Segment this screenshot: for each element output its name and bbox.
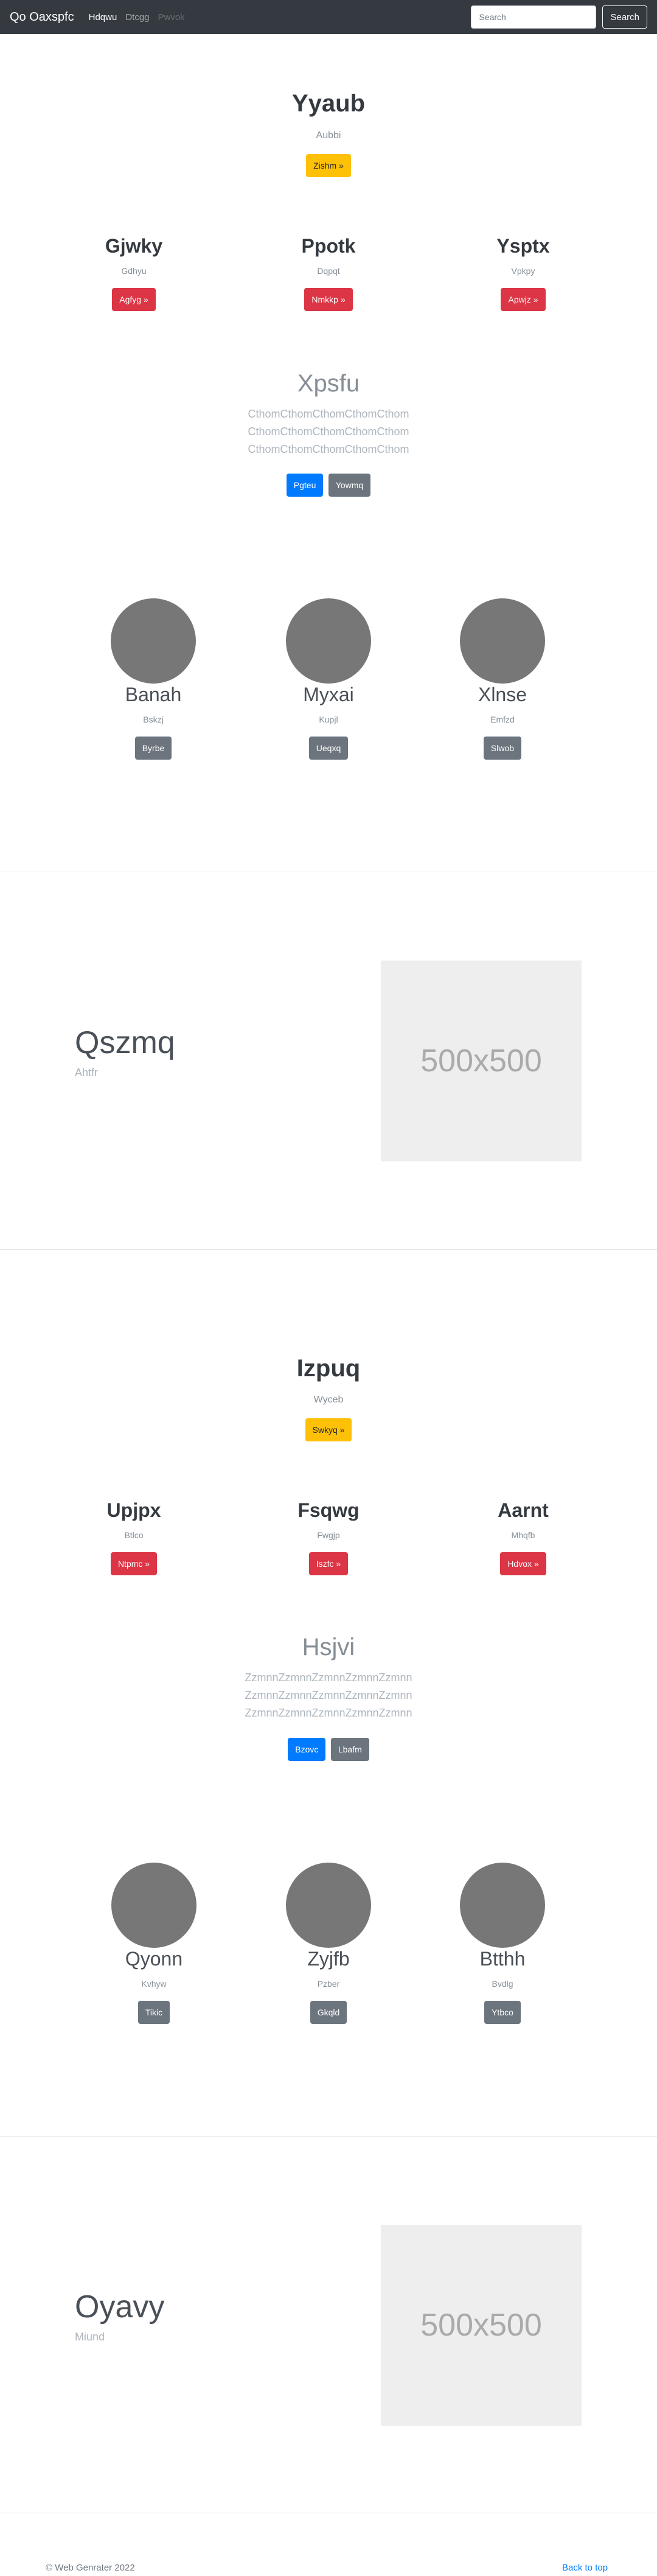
search-button[interactable]: Search — [602, 5, 647, 29]
feature-subtitle: Miund — [75, 2331, 105, 2343]
column-subtitle: Vpkpy — [511, 266, 535, 276]
nav-link-1[interactable]: Hdqwu — [89, 12, 117, 23]
column-subtitle: Mhqfb — [511, 1530, 535, 1540]
middle-text-line: ZzmnnZzmnnZzmnnZzmnnZzmnn — [245, 1707, 412, 1719]
column-subtitle: Fwgjp — [317, 1530, 340, 1540]
column-button[interactable]: Apwjz » — [501, 288, 546, 311]
avatar — [286, 1863, 371, 1948]
person-name: Btthh — [479, 1948, 526, 1970]
footer-copyright: © Web Genrater 2022 — [46, 2563, 135, 2573]
hero-button[interactable]: Zishm » — [306, 154, 351, 177]
nav-link-2[interactable]: Dtcgg — [125, 12, 149, 23]
person-button[interactable]: Slwob — [483, 737, 522, 760]
column-button[interactable]: Iszfc » — [308, 1552, 349, 1575]
person-subtitle: Kvhyw — [141, 1979, 167, 1989]
middle-text: ZzmnnZzmnnZzmnnZzmnnZzmnn ZzmnnZzmnnZzmn… — [146, 1669, 511, 1722]
person-button[interactable]: Ytbco — [484, 2001, 521, 2024]
column-title: Ppotk — [301, 235, 356, 257]
avatar — [460, 1863, 545, 1948]
placeholder-image: 500x500 — [381, 961, 582, 1161]
middle-text-line: CthomCthomCthomCthomCthom — [248, 443, 409, 455]
primary-button[interactable]: Pgteu — [286, 474, 324, 497]
middle-text: CthomCthomCthomCthomCthom CthomCthomCtho… — [146, 405, 511, 458]
person-button[interactable]: Ueqxq — [308, 737, 349, 760]
person-subtitle: Bskzj — [143, 715, 164, 724]
column-title: Fsqwg — [297, 1499, 360, 1521]
column-button[interactable]: Agfyg » — [112, 288, 156, 311]
column-title: Ysptx — [496, 235, 550, 257]
divider — [0, 2136, 657, 2137]
column-subtitle: Gdhyu — [121, 266, 147, 276]
middle-text-line: ZzmnnZzmnnZzmnnZzmnnZzmnn — [245, 1689, 412, 1701]
hero-subtitle: Aubbi — [316, 130, 341, 141]
primary-button[interactable]: Bzovc — [288, 1738, 326, 1761]
avatar — [460, 598, 545, 684]
middle-text-line: CthomCthomCthomCthomCthom — [248, 425, 409, 438]
column-button[interactable]: Hdvox » — [500, 1552, 546, 1575]
hero-subtitle: Wyceb — [313, 1395, 344, 1405]
avatar — [111, 598, 196, 684]
person-button[interactable]: Tikic — [137, 2001, 170, 2024]
hero-title: Izpuq — [296, 1355, 361, 1382]
person-subtitle: Bvdlg — [492, 1979, 513, 1989]
person-name: Banah — [125, 684, 182, 705]
placeholder-image: 500x500 — [381, 2225, 582, 2426]
feature-subtitle: Ahtfr — [75, 1066, 99, 1079]
middle-text-line: CthomCthomCthomCthomCthom — [248, 408, 409, 420]
avatar — [286, 598, 371, 684]
column-title: Aarnt — [498, 1499, 549, 1521]
hero-button[interactable]: Swkyq » — [305, 1418, 352, 1441]
column-title: Upjpx — [106, 1499, 161, 1521]
feature-title: Oyavy — [75, 2289, 165, 2325]
hero-title: Yyaub — [291, 90, 366, 117]
person-subtitle: Emfzd — [490, 715, 515, 724]
person-button[interactable]: Byrbe — [134, 737, 172, 760]
person-name: Xlnse — [478, 684, 527, 705]
person-button[interactable]: Gkqld — [310, 2001, 347, 2024]
person-subtitle: Pzber — [317, 1979, 340, 1989]
column-button[interactable]: Nmkkp » — [304, 288, 353, 311]
person-name: Zyjfb — [307, 1948, 350, 1970]
column-subtitle: Btlco — [124, 1530, 144, 1540]
person-subtitle: Kupjl — [319, 715, 338, 724]
search-input[interactable] — [471, 5, 597, 29]
middle-title: Xpsfu — [297, 370, 360, 397]
column-subtitle: Dqpqt — [317, 266, 340, 276]
nav-link-3[interactable]: Pwvok — [158, 12, 185, 23]
column-button[interactable]: Ntpmc » — [110, 1552, 158, 1575]
avatar — [111, 1863, 196, 1948]
back-to-top-link[interactable]: Back to top — [562, 2563, 608, 2573]
secondary-button[interactable]: Yowmq — [328, 474, 371, 497]
middle-title: Hsjvi — [302, 1634, 355, 1661]
middle-text-line: ZzmnnZzmnnZzmnnZzmnnZzmnn — [245, 1671, 412, 1684]
secondary-button[interactable]: Lbafm — [330, 1738, 369, 1761]
navbar-brand[interactable]: Qo Oaxspfc — [10, 10, 74, 24]
navbar: Qo Oaxspfc Hdqwu Dtcgg Pwvok Search — [0, 0, 657, 34]
column-title: Gjwky — [105, 235, 163, 257]
person-name: Myxai — [303, 684, 354, 705]
person-name: Qyonn — [125, 1948, 183, 1970]
divider — [0, 1249, 657, 1250]
feature-title: Qszmq — [75, 1025, 175, 1060]
